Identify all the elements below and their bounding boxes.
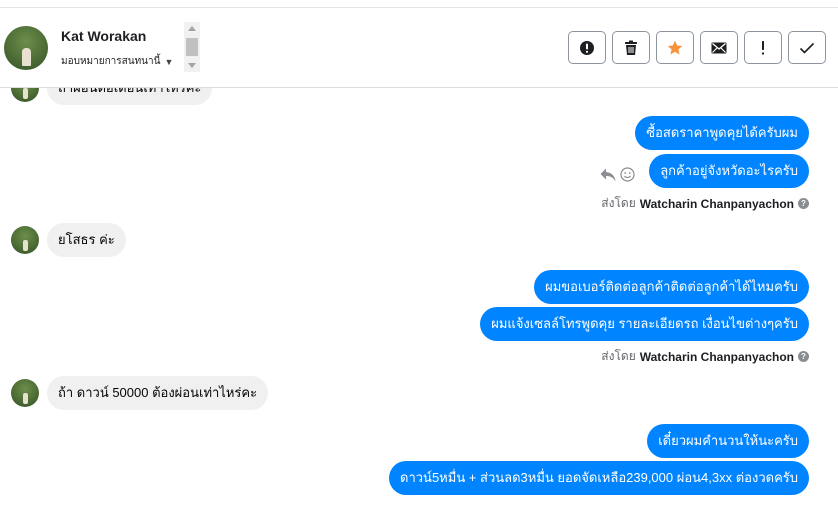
caret-down-icon: ▼: [164, 56, 174, 67]
star-icon: [667, 40, 683, 54]
info-icon[interactable]: ?: [798, 351, 809, 362]
outgoing-bubble[interactable]: เดี๋ยวผมคำนวนให้นะครับ: [647, 424, 809, 458]
reply-icon[interactable]: [600, 168, 616, 182]
exclamation-circle-icon: [580, 40, 594, 55]
incoming-bubble[interactable]: ถ้า ดาวน์ 50000 ต้องผ่อนเท่าไหร่คะ: [47, 376, 269, 410]
conversation-actions: [568, 31, 826, 64]
message-thread[interactable]: ถ้าผ่อนต่อเดือนเท่าไหร่คะ ซื้อสดราคาพูดค…: [0, 88, 838, 510]
contact-avatar[interactable]: [4, 26, 48, 70]
check-icon: [799, 42, 815, 54]
incoming-message-row: ยโสธร ค่ะ: [0, 223, 126, 257]
scroll-up-icon[interactable]: [188, 26, 196, 31]
follow-up-button[interactable]: [744, 31, 782, 64]
contact-name[interactable]: Kat Worakan: [61, 28, 146, 44]
header-scrollbar[interactable]: [184, 22, 200, 72]
spam-button[interactable]: [568, 31, 606, 64]
exclamation-icon: [762, 40, 764, 54]
scroll-down-icon[interactable]: [188, 63, 196, 68]
incoming-message-row: ถ้าผ่อนต่อเดือนเท่าไหร่คะ: [0, 88, 213, 105]
incoming-bubble[interactable]: ถ้าผ่อนต่อเดือนเท่าไหร่คะ: [47, 88, 213, 105]
trash-icon: [625, 40, 637, 55]
envelope-icon: [711, 42, 727, 53]
sent-by-prefix: ส่งโดย: [601, 196, 636, 210]
delete-button[interactable]: [612, 31, 650, 64]
outgoing-bubble[interactable]: ลูกค้าอยู่จังหวัดอะไรครับ: [649, 154, 809, 188]
sent-by-prefix: ส่งโดย: [601, 349, 636, 363]
conversation-header: Kat Worakan มอบหมายการสนทนานี้ ▼: [0, 8, 838, 88]
star-button[interactable]: [656, 31, 694, 64]
info-icon[interactable]: ?: [798, 198, 809, 209]
mark-unread-button[interactable]: [700, 31, 738, 64]
outgoing-bubble[interactable]: ผมแจ้งเซลล์โทรพูดคุย รายละเอียดรถ เงื่อน…: [480, 307, 809, 341]
scroll-thumb[interactable]: [186, 38, 198, 56]
sender-avatar: [11, 226, 39, 254]
outgoing-bubble[interactable]: ซื้อสดราคาพูดคุยได้ครับผม: [635, 116, 809, 150]
incoming-bubble[interactable]: ยโสธร ค่ะ: [47, 223, 126, 257]
incoming-message-row: ถ้า ดาวน์ 50000 ต้องผ่อนเท่าไหร่คะ: [0, 376, 269, 410]
assign-label: มอบหมายการสนทนานี้: [61, 56, 161, 67]
sender-avatar: [11, 379, 39, 407]
emoji-reaction-icon[interactable]: [620, 167, 635, 182]
sent-by-label: ส่งโดย Watcharin Chanpanyachon ?: [601, 194, 809, 213]
sent-by-name[interactable]: Watcharin Chanpanyachon: [640, 350, 794, 364]
sent-by-name[interactable]: Watcharin Chanpanyachon: [640, 197, 794, 211]
done-button[interactable]: [788, 31, 826, 64]
top-border: [0, 0, 838, 8]
assign-conversation-dropdown[interactable]: มอบหมายการสนทนานี้ ▼: [61, 54, 173, 69]
outgoing-bubble[interactable]: ผมขอเบอร์ติดต่อลูกค้าติดต่อลูกค้าได้ไหมค…: [534, 270, 809, 304]
sender-avatar: [11, 88, 39, 102]
message-hover-actions: [600, 167, 635, 182]
sent-by-label: ส่งโดย Watcharin Chanpanyachon ?: [601, 347, 809, 366]
outgoing-bubble[interactable]: ดาวน์5หมื่น + ส่วนลด3หมื่น ยอดจัดเหลือ23…: [389, 461, 809, 495]
